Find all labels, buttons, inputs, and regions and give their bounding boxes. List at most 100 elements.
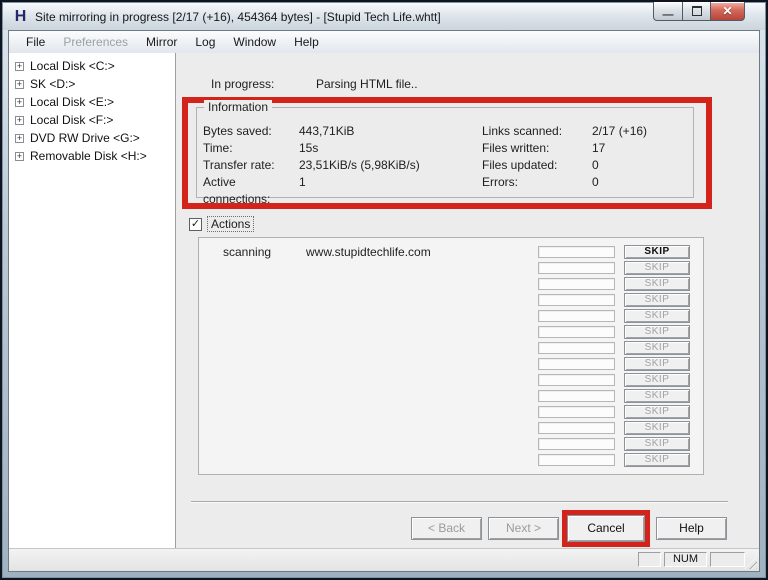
- action-progressbar: [538, 438, 615, 450]
- footer-separator: [191, 501, 728, 502]
- action-row: SKIP: [199, 293, 703, 309]
- info-label: Time:: [203, 141, 233, 155]
- action-row: SKIP: [199, 389, 703, 405]
- tree-item[interactable]: + DVD RW Drive <G:>: [9, 129, 175, 147]
- app-icon: H: [14, 7, 27, 25]
- information-annotation-rectangle: Information Bytes saved: 443,71KiB Links…: [182, 97, 712, 209]
- expand-plus-icon[interactable]: +: [15, 133, 24, 143]
- skip-button[interactable]: SKIP: [624, 341, 690, 355]
- action-progressbar: [538, 262, 615, 274]
- info-label: Active connections:: [203, 175, 271, 206]
- info-value: 23,51KiB/s (5,98KiB/s): [299, 158, 420, 172]
- tree-item-label: SK <D:>: [30, 77, 76, 91]
- action-progressbar: [538, 358, 615, 370]
- info-value: 15s: [299, 141, 319, 155]
- skip-button[interactable]: SKIP: [624, 309, 690, 323]
- action-row: SKIP: [199, 421, 703, 437]
- skip-button[interactable]: SKIP: [624, 277, 690, 291]
- action-row: SKIP: [199, 405, 703, 421]
- action-row: SKIP: [199, 261, 703, 277]
- actions-checkbox-row: ✓ Actions: [189, 216, 255, 232]
- info-value: 17: [592, 141, 606, 155]
- action-row: SKIP: [199, 341, 703, 357]
- info-value: 1: [299, 175, 306, 189]
- tree-item[interactable]: + Local Disk <E:>: [9, 93, 175, 111]
- skip-button[interactable]: SKIP: [624, 325, 690, 339]
- tree-item[interactable]: + Removable Disk <H:>: [9, 147, 175, 165]
- expand-plus-icon[interactable]: +: [15, 151, 24, 161]
- tree-item-label: Local Disk <F:>: [30, 113, 114, 127]
- info-value: 443,71KiB: [299, 124, 355, 138]
- info-value: 0: [592, 158, 599, 172]
- skip-button[interactable]: SKIP: [624, 437, 690, 451]
- main-panel: In progress: Parsing HTML file.. Informa…: [176, 53, 759, 549]
- skip-button[interactable]: SKIP: [624, 293, 690, 307]
- info-label: Bytes saved:: [203, 124, 272, 138]
- menu-item[interactable]: Window: [224, 33, 285, 51]
- action-progressbar: [538, 278, 615, 290]
- action-progressbar: [538, 454, 615, 466]
- skip-button[interactable]: SKIP: [624, 421, 690, 435]
- tree-item[interactable]: + SK <D:>: [9, 75, 175, 93]
- action-row: SKIP: [199, 373, 703, 389]
- actions-checkbox[interactable]: ✓: [189, 217, 202, 231]
- status-panels: NUM: [638, 552, 745, 567]
- action-row: SKIP: [199, 357, 703, 373]
- action-progressbar: [538, 310, 615, 322]
- action-progressbar: [538, 422, 615, 434]
- cancel-annotation-rectangle: Cancel: [562, 510, 650, 547]
- status-bar: NUM: [9, 548, 759, 571]
- menu-item[interactable]: Help: [285, 33, 328, 51]
- help-button[interactable]: Help: [656, 517, 727, 540]
- cancel-button[interactable]: Cancel: [567, 515, 645, 542]
- skip-button[interactable]: SKIP: [624, 261, 690, 275]
- menu-item[interactable]: Log: [186, 33, 224, 51]
- menu-item[interactable]: Mirror: [137, 33, 186, 51]
- action-row: SKIP: [199, 325, 703, 341]
- menu-item[interactable]: File: [17, 33, 54, 51]
- status-panel-right: [710, 552, 745, 567]
- expand-plus-icon[interactable]: +: [15, 115, 24, 125]
- action-status: scanning: [223, 245, 272, 259]
- expand-plus-icon[interactable]: +: [15, 79, 24, 89]
- info-value: 2/17 (+16): [592, 124, 648, 138]
- client-area: File Preferences Mirror Log Window Help …: [8, 30, 760, 572]
- restore-button[interactable]: [682, 2, 711, 21]
- info-label: Files updated:: [482, 158, 558, 172]
- skip-button[interactable]: SKIP: [624, 245, 690, 259]
- expand-plus-icon[interactable]: +: [15, 61, 24, 71]
- action-row: scanning www.stupidtechlife.com SKIP: [199, 245, 703, 261]
- in-progress-label: In progress:: [211, 77, 275, 91]
- action-row: SKIP: [199, 437, 703, 453]
- skip-button[interactable]: SKIP: [624, 357, 690, 371]
- actions-checkbox-label[interactable]: Actions: [207, 216, 255, 232]
- action-progressbar: [538, 374, 615, 386]
- next-button[interactable]: Next >: [488, 517, 559, 540]
- skip-button[interactable]: SKIP: [624, 389, 690, 403]
- action-progressbar: [538, 326, 615, 338]
- titlebar: H Site mirroring in progress [2/17 (+16)…: [3, 3, 765, 30]
- status-panel-left: [638, 552, 661, 567]
- back-button[interactable]: < Back: [411, 517, 482, 540]
- skip-button[interactable]: SKIP: [624, 373, 690, 387]
- action-progressbar: [538, 390, 615, 402]
- skip-button[interactable]: SKIP: [624, 453, 690, 467]
- tree-item-label: Local Disk <C:>: [30, 59, 115, 73]
- window-title: Site mirroring in progress [2/17 (+16), …: [35, 9, 441, 24]
- close-button[interactable]: ✕: [710, 2, 745, 21]
- tree-item-label: Local Disk <E:>: [30, 95, 115, 109]
- status-panel-num: NUM: [664, 552, 707, 567]
- tree-item[interactable]: + Local Disk <C:>: [9, 57, 175, 75]
- action-progressbar: [538, 294, 615, 306]
- resize-grip[interactable]: [744, 556, 757, 569]
- action-row: SKIP: [199, 277, 703, 293]
- skip-button[interactable]: SKIP: [624, 405, 690, 419]
- tree-item[interactable]: + Local Disk <F:>: [9, 111, 175, 129]
- menu-item[interactable]: Preferences: [54, 33, 137, 51]
- info-label: Transfer rate:: [203, 158, 275, 172]
- minimize-button[interactable]: —: [653, 2, 683, 21]
- info-value: 0: [592, 175, 599, 189]
- action-row: SKIP: [199, 453, 703, 469]
- expand-plus-icon[interactable]: +: [15, 97, 24, 107]
- action-progressbar: [538, 406, 615, 418]
